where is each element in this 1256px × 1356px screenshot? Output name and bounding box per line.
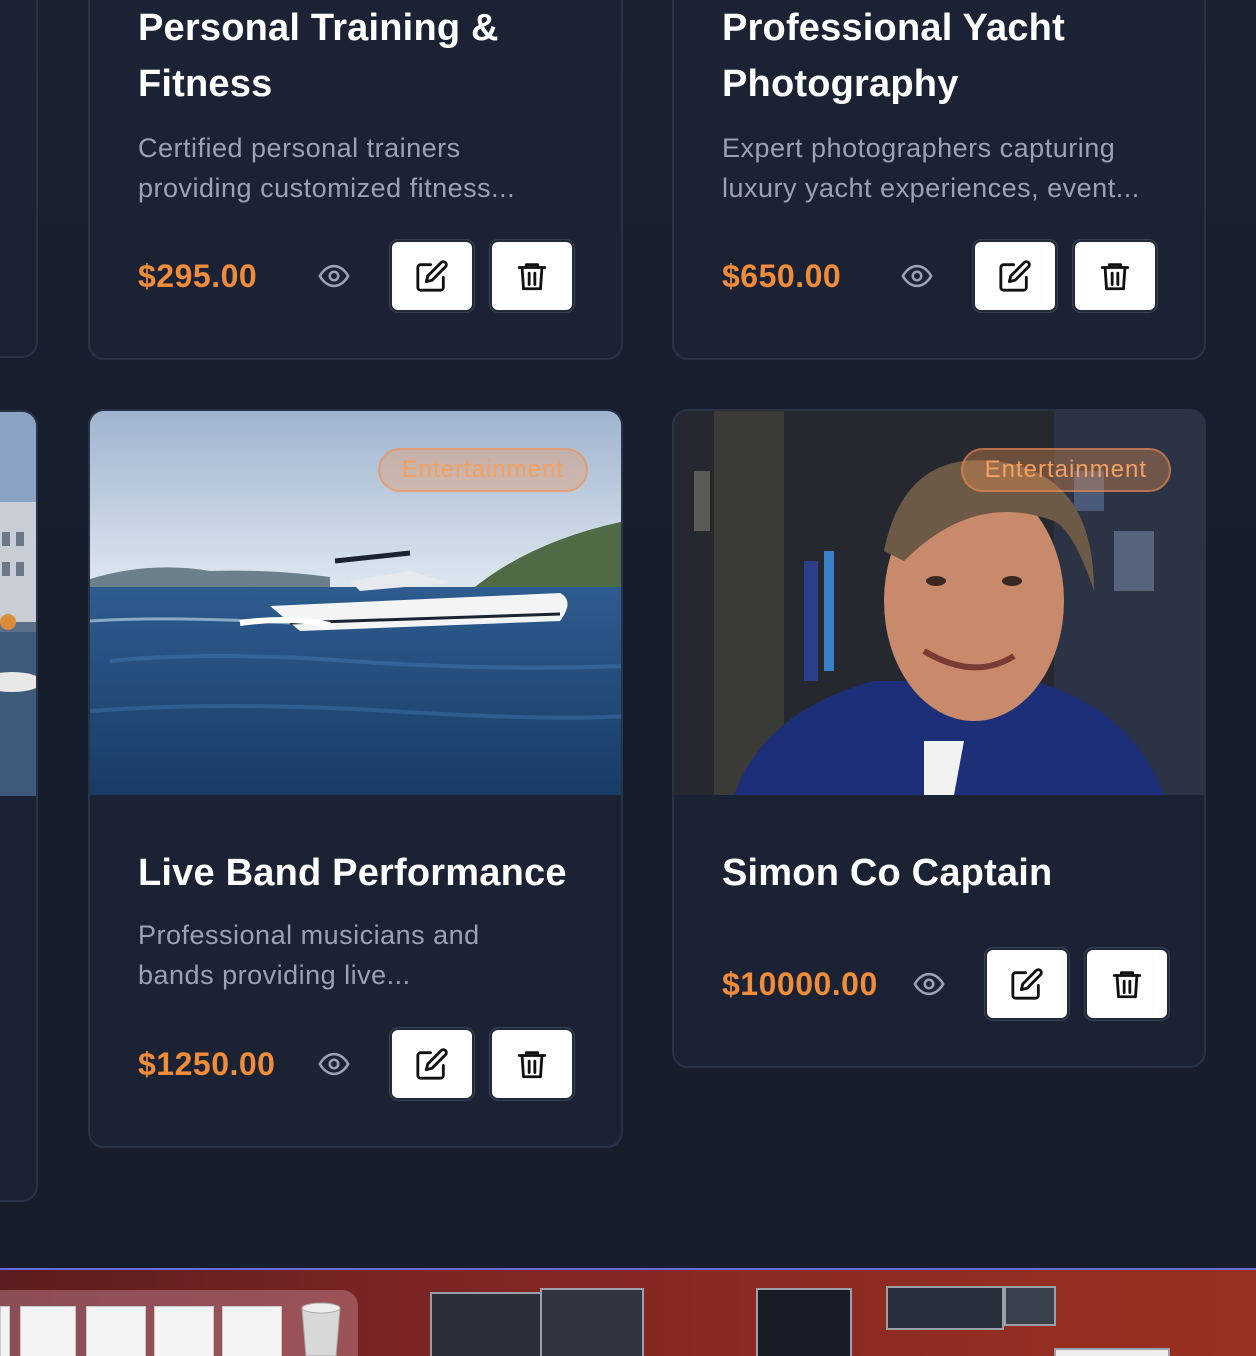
- dock-window-preview[interactable]: [1054, 1348, 1170, 1356]
- card-title: Professional Yacht Photography: [722, 7, 1065, 105]
- edit-button[interactable]: [390, 240, 474, 312]
- category-badge: Entertainment: [960, 448, 1171, 492]
- edit-icon: [1011, 968, 1043, 1000]
- dock-document-thumbnail[interactable]: [0, 1306, 10, 1356]
- edit-icon: [999, 260, 1031, 292]
- dock-document-thumbnail[interactable]: [86, 1306, 146, 1356]
- partial-card-bottom-left: [0, 410, 38, 1202]
- category-badge: Entertainment: [377, 448, 588, 492]
- service-card-live-band: Entertainment Live Band Performance Prof…: [88, 409, 623, 1148]
- dock-document-thumbnail[interactable]: [154, 1306, 214, 1356]
- trash-can-icon[interactable]: [296, 1298, 346, 1356]
- service-card-yacht-photography: Professional Yacht Photography Expert ph…: [672, 0, 1206, 360]
- dock-document-thumbnail[interactable]: [222, 1306, 282, 1356]
- trash-icon: [517, 263, 547, 291]
- services-grid: Personal Training & Fitness Certified pe…: [0, 0, 1256, 1268]
- eye-icon[interactable]: [317, 259, 351, 293]
- trash-icon: [1100, 263, 1130, 291]
- service-card-personal-training: Personal Training & Fitness Certified pe…: [88, 0, 623, 360]
- eye-icon[interactable]: [900, 259, 934, 293]
- delete-button[interactable]: [490, 240, 574, 312]
- delete-button[interactable]: [1085, 948, 1169, 1020]
- eye-icon[interactable]: [912, 967, 946, 1001]
- eye-icon[interactable]: [317, 1047, 351, 1081]
- edit-button[interactable]: [390, 1028, 474, 1100]
- service-card-simon-co-captain: Entertainment Simon Co Captain $10000.00: [672, 409, 1206, 1068]
- trash-icon: [1112, 971, 1142, 999]
- dock-window-preview[interactable]: [1004, 1286, 1056, 1326]
- card-title: Live Band Performance: [138, 852, 567, 894]
- delete-button[interactable]: [490, 1028, 574, 1100]
- dock-window-preview[interactable]: [886, 1286, 1004, 1330]
- card-price: $295.00: [138, 258, 258, 294]
- card-title: Simon Co Captain: [722, 852, 1053, 894]
- edit-button[interactable]: [985, 948, 1069, 1020]
- card-price: $10000.00: [722, 966, 878, 1002]
- dock-window-preview[interactable]: [756, 1288, 852, 1356]
- dock-document-thumbnail[interactable]: [20, 1306, 76, 1356]
- partial-harbor-image: [0, 412, 36, 796]
- card-description: Certified personal trainers providing cu…: [138, 133, 516, 203]
- partial-card-top-left: [0, 0, 38, 358]
- dock-window-preview[interactable]: [540, 1288, 644, 1356]
- card-price: $1250.00: [138, 1046, 276, 1082]
- edit-button[interactable]: [973, 240, 1057, 312]
- trash-icon: [517, 1051, 547, 1079]
- system-dock: [0, 1268, 1256, 1356]
- delete-button[interactable]: [1073, 240, 1157, 312]
- card-description: Professional musicians and bands providi…: [138, 920, 480, 990]
- card-title: Personal Training & Fitness: [138, 7, 499, 105]
- edit-icon: [416, 1048, 448, 1080]
- card-description: Expert photographers capturing luxury ya…: [722, 133, 1140, 203]
- card-price: $650.00: [722, 258, 842, 294]
- dock-window-preview[interactable]: [430, 1292, 546, 1356]
- edit-icon: [416, 260, 448, 292]
